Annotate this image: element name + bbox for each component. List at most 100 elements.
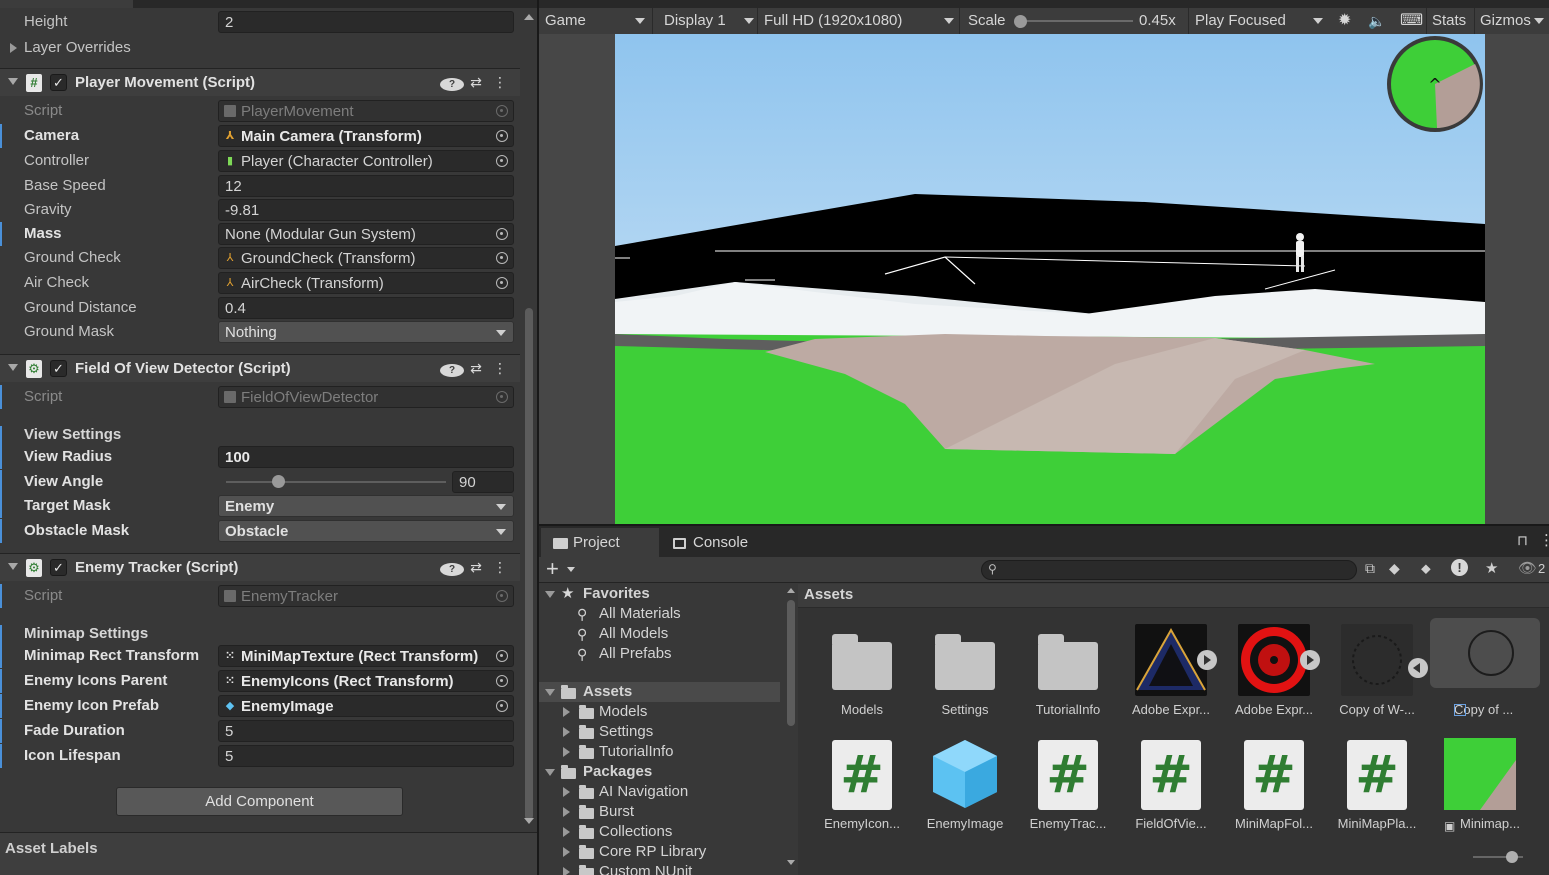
gizmos-chevron-icon[interactable] (1534, 18, 1544, 24)
asset-tile-minimapfollow-script[interactable]: # MiniMapFol... (1224, 730, 1324, 840)
eye-icon[interactable]: 👁 (1518, 559, 1537, 577)
tree-package-custom-nunit[interactable]: Custom NUnit (539, 862, 784, 875)
fade-duration-field[interactable]: 5 (218, 720, 514, 742)
create-plus-icon[interactable]: + (546, 557, 559, 581)
filter-by-type-icon[interactable]: ◆ (1389, 560, 1400, 577)
inspector-scrollbar[interactable] (521, 8, 537, 832)
search-input[interactable]: ⚲ (981, 560, 1357, 580)
object-picker-icon[interactable] (496, 155, 508, 167)
filter-by-label-icon[interactable]: ⬥ (1421, 560, 1431, 577)
foldout-arrow-icon[interactable] (8, 563, 18, 570)
collapse-play-icon[interactable] (1408, 658, 1428, 678)
collapsed-arrow-icon[interactable] (563, 807, 570, 817)
tree-folder-settings[interactable]: Settings (539, 722, 784, 742)
object-picker-icon[interactable] (496, 252, 508, 264)
tree-package-burst[interactable]: Burst (539, 802, 784, 822)
favorite-all-materials[interactable]: ⚲ All Materials (539, 604, 784, 624)
object-picker-icon[interactable] (496, 650, 508, 662)
object-picker-icon[interactable] (496, 700, 508, 712)
minimap-rect-field[interactable]: ⁙ MiniMapTexture (Rect Transform) (218, 645, 514, 667)
collapsed-arrow-icon[interactable] (563, 867, 570, 875)
scroll-down-icon[interactable] (787, 860, 795, 865)
expanded-arrow-icon[interactable] (545, 591, 555, 598)
object-picker-icon[interactable] (496, 130, 508, 142)
collapsed-arrow-icon[interactable] (563, 787, 570, 797)
favorite-all-models[interactable]: ⚲ All Models (539, 624, 784, 644)
base-speed-field[interactable]: 12 (218, 175, 514, 197)
tab-console[interactable]: Console (661, 528, 781, 557)
search-by-type-icon[interactable]: ⧉ (1365, 560, 1375, 577)
asset-tile-tutorialinfo[interactable]: TutorialInfo (1018, 616, 1118, 726)
view-radius-field[interactable]: 100 (218, 446, 514, 468)
presets-icon[interactable]: ⇄ (464, 559, 488, 576)
breadcrumb-assets[interactable]: Assets (804, 586, 853, 603)
zoom-slider-knob[interactable] (1506, 851, 1518, 863)
collapsed-arrow-icon[interactable] (563, 827, 570, 837)
enemy-icons-parent-field[interactable]: ⁙ EnemyIcons (Rect Transform) (218, 670, 514, 692)
fov-detector-header[interactable]: ⚙ ✓ Field Of View Detector (Script) ? ⇄ ⋮ (0, 354, 520, 382)
asset-tile-settings[interactable]: Settings (915, 616, 1015, 726)
asset-tile-models[interactable]: Models (812, 616, 912, 726)
bug-icon[interactable]: ✹ (1334, 8, 1355, 34)
mass-field[interactable]: None (Modular Gun System) (218, 223, 514, 245)
presets-icon[interactable]: ⇄ (464, 360, 488, 377)
play-mode-dropdown[interactable]: Play Focused (1191, 8, 1325, 34)
enabled-checkbox[interactable]: ✓ (50, 74, 67, 91)
player-movement-header[interactable]: # ✓ Player Movement (Script) ? ⇄ ⋮ (0, 68, 520, 96)
asset-tile-adobe-1[interactable]: Adobe Expr... (1121, 616, 1221, 726)
scroll-thumb[interactable] (787, 600, 795, 726)
add-component-button[interactable]: Add Component (116, 787, 403, 816)
expand-play-icon[interactable] (1197, 650, 1217, 670)
layer-overrides-row[interactable]: Layer Overrides (0, 36, 520, 60)
inspector-tab[interactable] (0, 0, 133, 8)
foldout-arrow-icon[interactable] (8, 364, 18, 371)
chevron-down-icon[interactable] (567, 567, 575, 572)
warning-icon[interactable]: ! (1451, 559, 1468, 576)
obstacle-mask-dropdown[interactable]: Obstacle (218, 520, 514, 542)
collapsed-arrow-icon[interactable] (563, 707, 570, 717)
more-menu-icon[interactable]: ⋮ (488, 559, 512, 576)
help-icon[interactable]: ? (440, 74, 464, 91)
collapsed-arrow-icon[interactable] (10, 43, 17, 53)
resolution-dropdown[interactable]: Full HD (1920x1080) (760, 8, 956, 34)
tree-scrollbar[interactable] (784, 584, 798, 875)
packages-row[interactable]: Packages (539, 762, 784, 782)
target-mask-dropdown[interactable]: Enemy (218, 495, 514, 517)
object-picker-icon[interactable] (496, 277, 508, 289)
scroll-down-icon[interactable] (524, 818, 534, 824)
enemy-icon-prefab-field[interactable]: ◆ EnemyImage (218, 695, 514, 717)
asset-tile-adobe-2[interactable]: Adobe Expr... (1224, 616, 1324, 726)
view-angle-slider-track[interactable] (226, 481, 446, 483)
help-icon[interactable]: ? (440, 559, 464, 576)
gravity-field[interactable]: -9.81 (218, 199, 514, 221)
foldout-arrow-icon[interactable] (8, 78, 18, 85)
ground-check-field[interactable]: ⅄ GroundCheck (Transform) (218, 247, 514, 269)
asset-tile-fieldofview-script[interactable]: # FieldOfVie... (1121, 730, 1221, 840)
help-icon[interactable]: ? (440, 360, 464, 377)
expanded-arrow-icon[interactable] (545, 689, 555, 696)
view-angle-field[interactable]: 90 (452, 471, 514, 493)
scroll-up-icon[interactable] (524, 14, 534, 20)
tree-package-ai-navigation[interactable]: AI Navigation (539, 782, 784, 802)
ground-distance-field[interactable]: 0.4 (218, 297, 514, 319)
presets-icon[interactable]: ⇄ (464, 74, 488, 91)
object-picker-icon[interactable] (496, 228, 508, 240)
collapsed-arrow-icon[interactable] (563, 847, 570, 857)
game-view-dropdown[interactable]: Game (541, 8, 649, 34)
asset-tile-enemytracker-script[interactable]: # EnemyTrac... (1018, 730, 1118, 840)
controller-field[interactable]: ▮ Player (Character Controller) (218, 150, 514, 172)
tree-folder-tutorialinfo[interactable]: TutorialInfo (539, 742, 784, 762)
enemy-tracker-header[interactable]: ⚙ ✓ Enemy Tracker (Script) ? ⇄ ⋮ (0, 553, 520, 581)
assets-row[interactable]: Assets (539, 682, 780, 702)
camera-field[interactable]: ⅄ Main Camera (Transform) (218, 125, 514, 147)
tree-folder-models[interactable]: Models (539, 702, 784, 722)
tree-package-collections[interactable]: Collections (539, 822, 784, 842)
expand-play-icon[interactable] (1300, 650, 1320, 670)
asset-tile-enemyimage-prefab[interactable]: EnemyImage (915, 730, 1015, 840)
favorite-star-icon[interactable]: ★ (1485, 559, 1498, 577)
object-picker-icon[interactable] (496, 675, 508, 687)
view-angle-slider-knob[interactable] (272, 475, 285, 488)
scale-slider-track[interactable] (1021, 20, 1133, 22)
asset-tile-minimap-texture[interactable]: ▣ Minimap... (1430, 730, 1530, 840)
more-menu-icon[interactable]: ⋮ (488, 360, 512, 377)
